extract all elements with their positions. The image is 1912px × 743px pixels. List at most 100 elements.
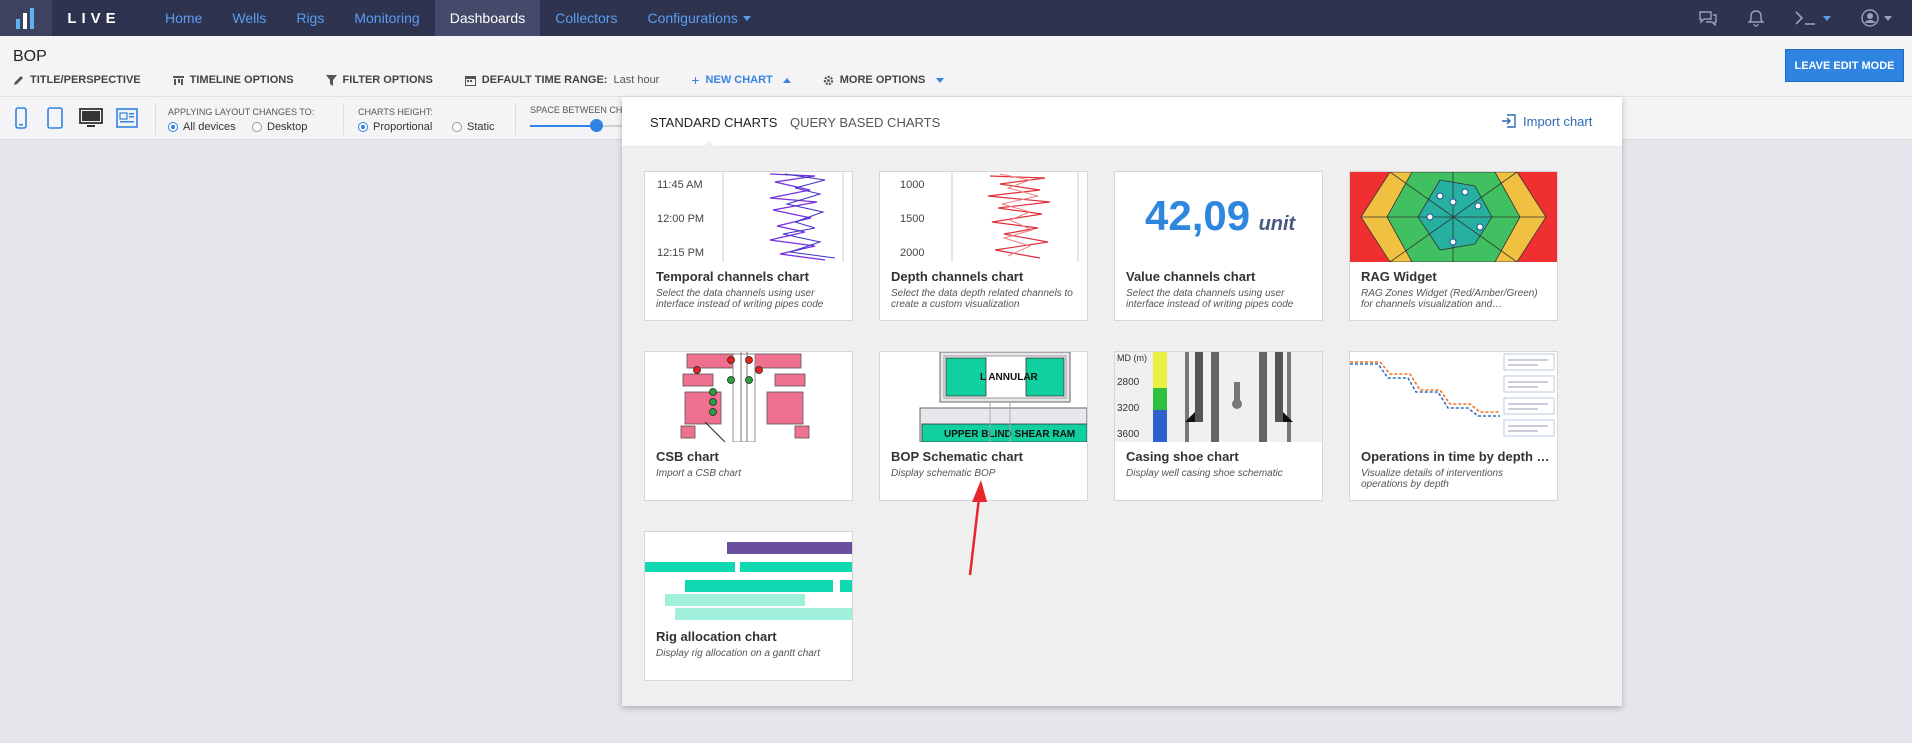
card-bop-schematic[interactable]: L ANNULAR UPPER BLIND SHEAR RAM BOP Sche… [879, 351, 1088, 501]
new-chart-dropdown-panel: STANDARD CHARTS QUERY BASED CHARTS Impor… [622, 97, 1622, 706]
card-csb[interactable]: CSB chart Import a CSB chart [644, 351, 853, 501]
tablet-device-icon[interactable] [47, 107, 63, 129]
card-description: Import a CSB chart [656, 468, 742, 479]
radio-proportional[interactable]: Proportional [358, 121, 432, 133]
timeline-options-label: TIMELINE OPTIONS [189, 74, 294, 86]
user-menu[interactable] [1861, 9, 1892, 27]
card-temporal-channels[interactable]: 11:45 AM 12:00 PM 12:15 PM Temporal chan… [644, 171, 853, 321]
calendar-icon [464, 75, 476, 86]
filter-options-label: FILTER OPTIONS [342, 74, 433, 86]
main-menu: Home Wells Rigs Monitoring Dashboards Co… [150, 0, 766, 36]
divider [515, 103, 516, 135]
space-between-charts-label: SPACE BETWEEN CHAR [530, 105, 635, 115]
card-casing-shoe[interactable]: MD (m) 2800 3200 3600 Casing shoe chart … [1114, 351, 1323, 501]
more-options-button[interactable]: MORE OPTIONS [823, 74, 945, 86]
card-operations-depth[interactable]: Operations in time by depth … Visualize … [1349, 351, 1558, 501]
tab-query-based-charts[interactable]: QUERY BASED CHARTS [790, 115, 940, 130]
new-chart-button[interactable]: + NEW CHART [691, 72, 791, 88]
card-title: Value channels chart [1126, 269, 1256, 284]
depth-chart-thumbnail: 1000 1500 2000 [880, 172, 1087, 262]
nav-monitoring-label: Monitoring [354, 10, 420, 26]
user-icon [1861, 9, 1879, 27]
radio-desktop[interactable]: Desktop [252, 121, 307, 133]
nav-monitoring[interactable]: Monitoring [339, 0, 434, 36]
nav-configurations[interactable]: Configurations [632, 0, 765, 36]
radio-indicator [452, 122, 462, 132]
caret-up-icon [782, 77, 791, 83]
temporal-tick-label: 12:00 PM [657, 213, 704, 225]
depth-tick-label: 2000 [900, 247, 924, 259]
nav-rigs[interactable]: Rigs [281, 0, 339, 36]
filter-icon [325, 74, 337, 86]
pencil-icon [14, 75, 23, 85]
card-title: Operations in time by depth … [1361, 449, 1550, 464]
import-chart-label: Import chart [1523, 113, 1593, 129]
nav-home[interactable]: Home [150, 0, 217, 36]
nav-dashboards-label: Dashboards [449, 10, 526, 26]
divider [343, 103, 344, 135]
more-options-label: MORE OPTIONS [839, 74, 926, 86]
nav-wells[interactable]: Wells [217, 0, 281, 36]
bell-icon[interactable] [1748, 9, 1764, 27]
edit-toolbar: TITLE/PERSPECTIVE TIMELINE OPTIONS FILTE… [13, 72, 976, 88]
leave-edit-mode-button[interactable]: LEAVE EDIT MODE [1785, 49, 1904, 82]
import-chart-button[interactable]: Import chart [1501, 113, 1592, 129]
nav-collectors-label: Collectors [555, 10, 618, 26]
casing-axis-label: MD (m) [1117, 353, 1147, 363]
space-slider-fill [530, 125, 596, 127]
gear-icon [823, 75, 833, 85]
depth-tick-label: 1500 [900, 213, 924, 225]
caret-down-icon [1884, 15, 1892, 21]
divider [155, 103, 156, 135]
card-title: RAG Widget [1361, 269, 1437, 284]
rag-chart-thumbnail [1350, 172, 1557, 262]
radio-proportional-label: Proportional [373, 121, 433, 133]
desktop-device-icon[interactable] [79, 107, 103, 129]
brand-name: LIVE [67, 9, 121, 27]
caret-down-icon [742, 15, 751, 21]
card-title: Depth channels chart [891, 269, 1024, 284]
card-description: RAG Zones Widget (Red/Amber/Green) for c… [1361, 288, 1538, 310]
default-time-range-label: DEFAULT TIME RANGE: [481, 74, 608, 86]
space-slider-handle[interactable] [590, 119, 603, 132]
bop-label-annular: L ANNULAR [980, 372, 1039, 383]
radio-static[interactable]: Static [452, 121, 495, 133]
terminal-menu[interactable] [1794, 10, 1831, 26]
nav-configurations-label: Configurations [647, 10, 738, 26]
card-rag-widget[interactable]: RAG Widget RAG Zones Widget (Red/Amber/G… [1349, 171, 1558, 321]
title-perspective-button[interactable]: TITLE/PERSPECTIVE [13, 74, 141, 86]
dashboard-preview-icon[interactable] [116, 107, 138, 129]
tab-standard-charts[interactable]: STANDARD CHARTS [650, 115, 777, 130]
casing-tick-label: 2800 [1117, 377, 1140, 388]
card-depth-channels[interactable]: 1000 1500 2000 Depth channels chart Sele… [879, 171, 1088, 321]
nav-collectors[interactable]: Collectors [540, 0, 632, 36]
sample-value: 42,09 [1145, 192, 1251, 239]
caret-down-icon [936, 77, 945, 83]
filter-options-button[interactable]: FILTER OPTIONS [325, 74, 433, 86]
radio-static-label: Static [467, 121, 495, 133]
applying-layout-label: APPLYING LAYOUT CHANGES TO: [168, 107, 315, 117]
bar-chart-logo-icon [16, 8, 34, 29]
charts-height-label: CHARTS HEIGHT: [358, 107, 433, 117]
card-rig-allocation[interactable]: Rig allocation chart Display rig allocat… [644, 531, 853, 681]
top-navbar: LIVE Home Wells Rigs Monitoring Dashboar… [0, 0, 1912, 36]
default-time-range-button[interactable]: DEFAULT TIME RANGE: Last hour [464, 74, 659, 86]
nav-dashboards[interactable]: Dashboards [434, 0, 541, 36]
radio-all-devices[interactable]: All devices [168, 121, 236, 133]
card-description: Display rig allocation on a gantt chart [656, 648, 820, 659]
timeline-options-button[interactable]: TIMELINE OPTIONS [172, 74, 294, 86]
temporal-tick-label: 11:45 AM [657, 179, 703, 191]
rig-allocation-thumbnail [645, 532, 852, 622]
bop-chart-thumbnail: L ANNULAR UPPER BLIND SHEAR RAM [880, 352, 1087, 442]
app-logo[interactable] [0, 0, 52, 36]
card-title: Casing shoe chart [1126, 449, 1239, 464]
annotation-arrow-icon [968, 480, 987, 576]
chat-icon[interactable] [1698, 10, 1718, 26]
card-description: Select the data channels using user inte… [656, 288, 824, 310]
timeline-icon [172, 75, 184, 85]
card-value-channels[interactable]: 42,09 unit Value channels chart Select t… [1114, 171, 1323, 321]
card-description: Select the data depth related channels t… [891, 288, 1073, 310]
phone-device-icon[interactable] [15, 107, 27, 129]
radio-indicator [358, 122, 368, 132]
nav-wells-label: Wells [232, 10, 267, 26]
